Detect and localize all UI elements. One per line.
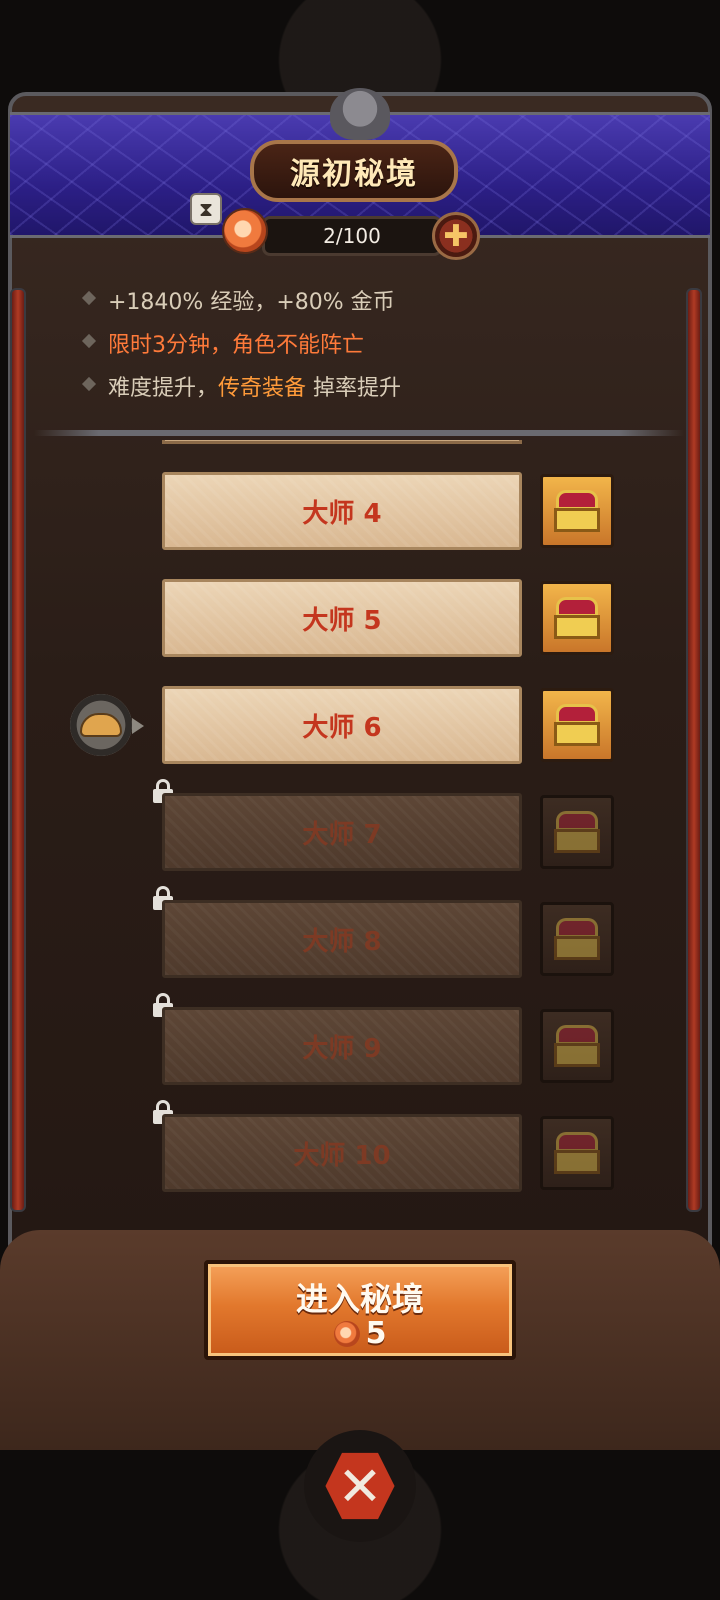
level-button[interactable]: 大师 4 — [162, 472, 522, 550]
right-rail — [686, 288, 702, 1212]
level-row-locked: 大师 8 — [36, 886, 680, 980]
chest-icon — [554, 490, 600, 532]
chest-icon — [554, 704, 600, 746]
reward-chest-button[interactable] — [540, 474, 614, 548]
info-line3-post: 掉率提升 — [306, 376, 402, 401]
info-line-time-limit: 限时3分钟，角色不能阵亡 — [108, 333, 364, 358]
page-title: 源初秘境 — [250, 140, 458, 202]
add-stamina-button[interactable]: ✚ — [432, 212, 480, 260]
stamina-counter: 2/100 — [262, 216, 442, 256]
left-rail — [10, 288, 26, 1212]
current-position-marker — [70, 694, 144, 756]
reward-chest-button-locked[interactable] — [540, 1009, 614, 1083]
bullet-icon — [81, 376, 97, 392]
level-row: 大师 4 — [36, 472, 680, 552]
level-row: 大师 5 — [36, 579, 680, 659]
level-list[interactable]: 大师 4 大师 5 大师 6 大师 7 大师 8 大师 9 大师 10 — [36, 440, 680, 1220]
bullet-icon — [81, 333, 97, 349]
level-button-locked[interactable]: 大师 10 — [162, 1114, 522, 1192]
level-row-locked: 大师 7 — [36, 779, 680, 873]
close-button[interactable]: ✕ — [304, 1430, 416, 1542]
info-line3-pre: 难度提升， — [108, 376, 219, 401]
bullet-icon — [81, 290, 97, 306]
level-button[interactable]: 大师 5 — [162, 579, 522, 657]
level-row-locked: 大师 10 — [36, 1100, 680, 1194]
reward-chest-button[interactable] — [540, 581, 614, 655]
partial-level-row — [162, 440, 522, 444]
chest-icon — [554, 597, 600, 639]
plus-icon: ✚ — [443, 218, 469, 254]
enter-button-label: 进入秘境 — [295, 1280, 424, 1318]
chest-icon — [554, 918, 600, 960]
reward-chest-button[interactable] — [540, 688, 614, 762]
level-row-current: 大师 6 — [36, 686, 680, 766]
level-row-locked: 大师 9 — [36, 993, 680, 1087]
reward-chest-button-locked[interactable] — [540, 902, 614, 976]
skull-ornament-icon — [330, 88, 390, 140]
info-line-bonus: +1840% 经验，+80% 金币 — [108, 290, 395, 315]
level-button-locked[interactable]: 大师 8 — [162, 900, 522, 978]
level-button-locked[interactable]: 大师 7 — [162, 793, 522, 871]
divider — [34, 430, 684, 436]
enter-dungeon-button[interactable]: 进入秘境 5 — [204, 1260, 516, 1360]
meat-stamina-icon — [333, 1320, 360, 1347]
meat-stamina-icon — [222, 208, 268, 254]
reward-chest-button-locked[interactable] — [540, 795, 614, 869]
level-button-locked[interactable]: 大师 9 — [162, 1007, 522, 1085]
legendary-gear-highlight: 传奇装备 — [218, 376, 307, 401]
chest-icon — [554, 811, 600, 853]
hat-icon — [80, 713, 122, 737]
reward-chest-button-locked[interactable] — [540, 1116, 614, 1190]
enter-cost: 5 — [208, 1316, 512, 1351]
chest-icon — [554, 1025, 600, 1067]
enter-cost-value: 5 — [365, 1316, 387, 1351]
hourglass-icon: ⧗ — [190, 193, 222, 225]
level-button[interactable]: 大师 6 — [162, 686, 522, 764]
info-line-drop-rate: 难度提升，传奇装备 掉率提升 — [108, 370, 401, 402]
chest-icon — [554, 1132, 600, 1174]
close-icon: ✕ — [325, 1452, 395, 1520]
info-panel: +1840% 经验，+80% 金币 限时3分钟，角色不能阵亡 难度提升，传奇装备… — [36, 268, 680, 430]
